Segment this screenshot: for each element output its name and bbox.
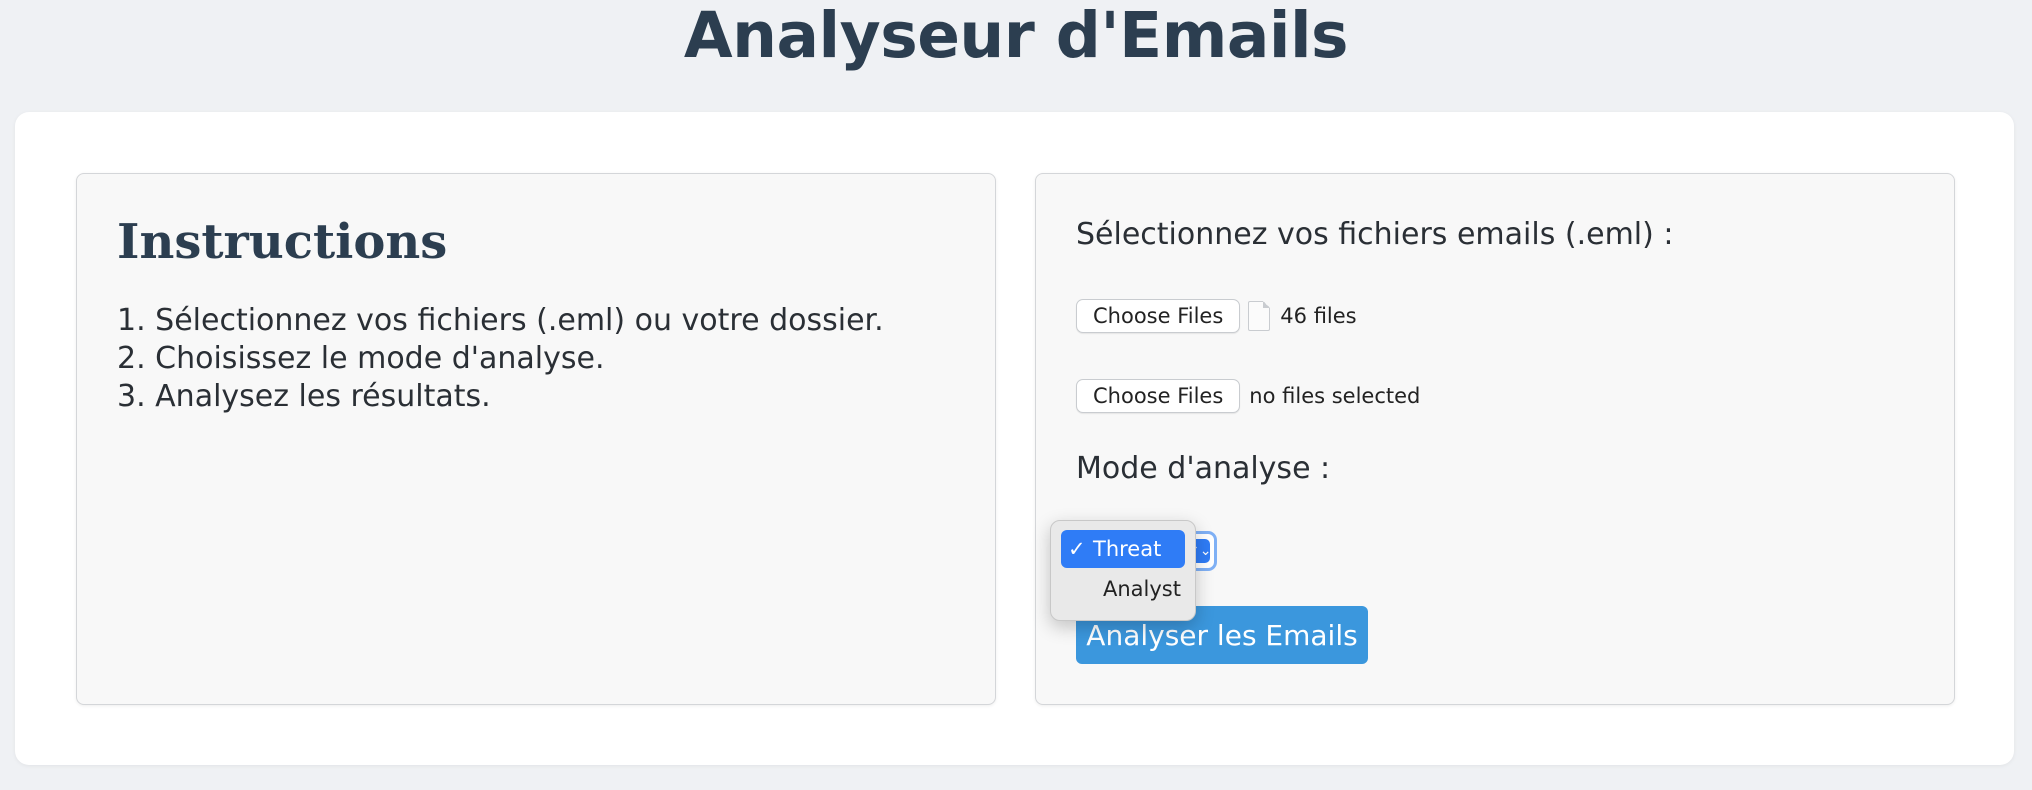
mode-label: Mode d'analyse : — [1076, 451, 1331, 486]
mode-dropdown-menu: ✓ Threat Analyst — [1050, 520, 1196, 621]
file-input-folder[interactable]: Choose Files no files selected — [1076, 378, 1420, 414]
mode-option-analyst[interactable]: Analyst — [1061, 570, 1185, 608]
folder-status: no files selected — [1249, 384, 1421, 408]
choose-files-button[interactable]: Choose Files — [1076, 299, 1241, 333]
instruction-step: 3. Analysez les résultats. — [117, 379, 491, 414]
file-count-status: 46 files — [1280, 304, 1357, 328]
instructions-title: Instructions — [117, 214, 448, 270]
checkmark-icon: ✓ — [1068, 537, 1086, 561]
files-label: Sélectionnez vos fichiers emails (.eml) … — [1076, 217, 1674, 252]
instruction-step: 1. Sélectionnez vos fichiers (.eml) ou v… — [117, 303, 884, 338]
mode-option-threat[interactable]: ✓ Threat — [1061, 530, 1185, 568]
file-icon — [1248, 301, 1271, 331]
instruction-step: 2. Choisissez le mode d'analyse. — [117, 341, 605, 376]
instructions-panel: Instructions 1. Sélectionnez vos fichier… — [76, 173, 996, 705]
option-label: Analyst — [1103, 577, 1181, 601]
choose-folder-button[interactable]: Choose Files — [1076, 379, 1241, 413]
file-input-files[interactable]: Choose Files 46 files — [1076, 298, 1357, 334]
option-label: Threat — [1093, 537, 1162, 561]
page-title: Analyseur d'Emails — [683, 0, 1349, 72]
instructions-list: 1. Sélectionnez vos fichiers (.eml) ou v… — [117, 302, 884, 416]
